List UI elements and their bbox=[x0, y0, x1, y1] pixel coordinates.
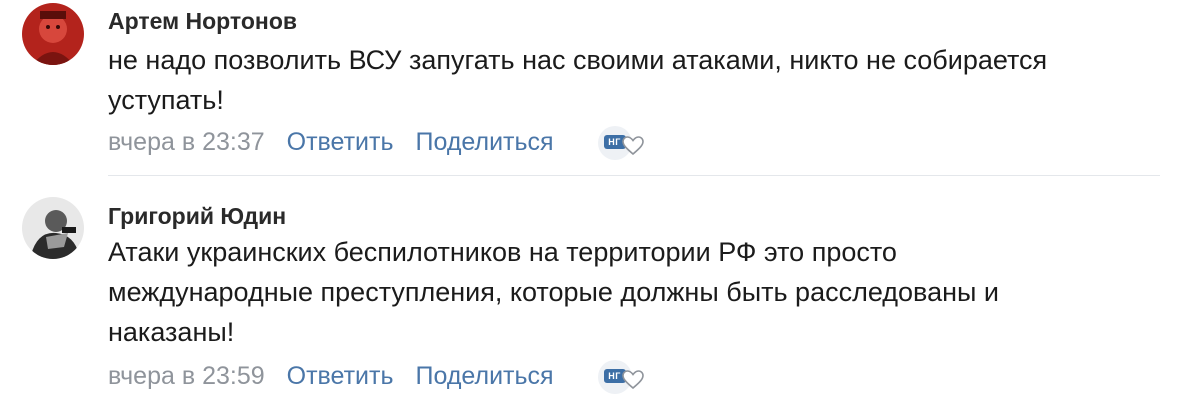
avatar[interactable] bbox=[22, 3, 84, 65]
reaction-button[interactable]: НГ bbox=[596, 126, 652, 160]
comment-text: не надо позволить ВСУ запугать нас своим… bbox=[108, 45, 1048, 115]
share-button[interactable]: Поделиться bbox=[416, 128, 554, 157]
comment-text: Атаки украинских беспилотников на террит… bbox=[108, 237, 999, 347]
comment-author[interactable]: Артем Нортонов bbox=[108, 8, 297, 35]
reaction-button[interactable]: НГ bbox=[596, 360, 652, 394]
comment-meta: вчера в 23:37 Ответить Поделиться НГ bbox=[108, 126, 652, 160]
share-button[interactable]: Поделиться bbox=[416, 362, 554, 391]
heart-icon bbox=[621, 370, 644, 390]
comment-author[interactable]: Григорий Юдин bbox=[108, 203, 286, 230]
comment-meta: вчера в 23:59 Ответить Поделиться НГ bbox=[108, 360, 652, 394]
reply-button[interactable]: Ответить bbox=[287, 128, 394, 157]
avatar-image bbox=[22, 3, 84, 65]
comment-divider bbox=[108, 175, 1160, 176]
reply-button[interactable]: Ответить bbox=[287, 362, 394, 391]
comment-time[interactable]: вчера в 23:59 bbox=[108, 362, 265, 391]
avatar-image bbox=[22, 197, 84, 259]
heart-icon bbox=[621, 136, 644, 156]
comment-time[interactable]: вчера в 23:37 bbox=[108, 128, 265, 157]
avatar[interactable] bbox=[22, 197, 84, 259]
